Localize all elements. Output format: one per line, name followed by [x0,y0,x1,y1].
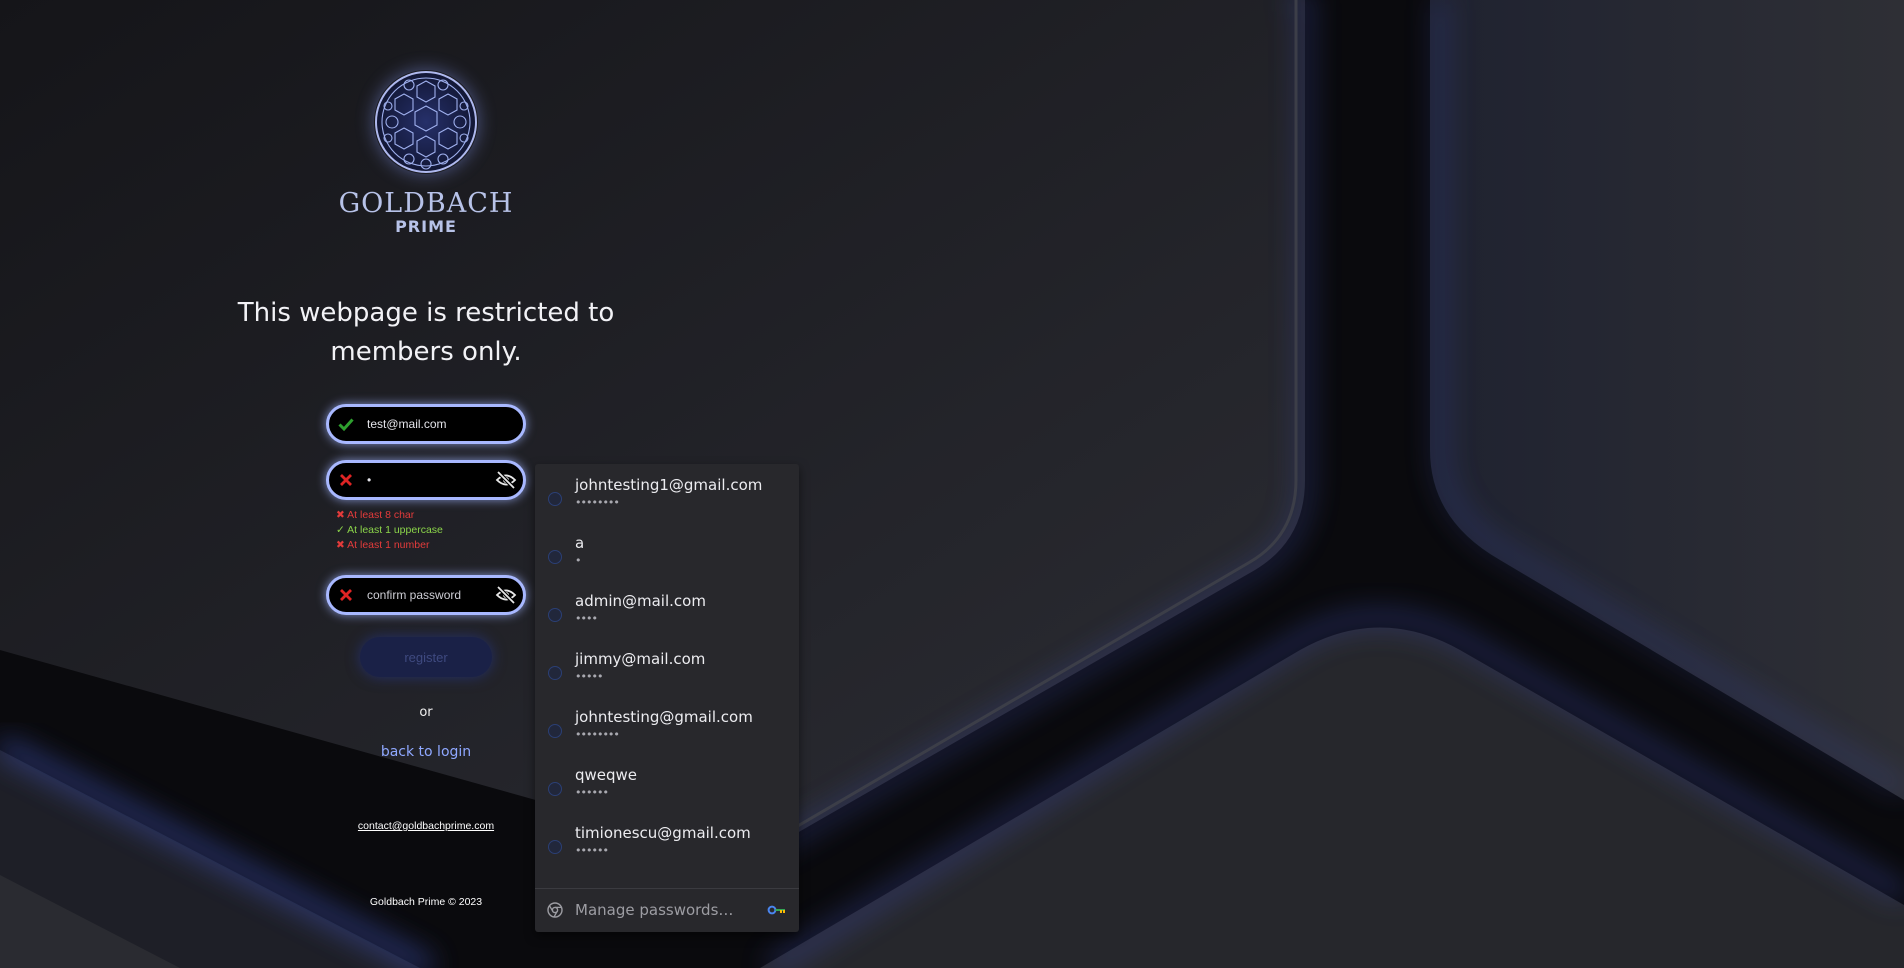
rule-min-length: ✖ At least 8 char [336,509,415,521]
goldbach-logo-icon [375,71,477,173]
key-icon [767,905,785,915]
password-rules: ✖ At least 8 char ✓ At least 1 uppercase… [326,508,526,553]
email-field[interactable] [326,404,526,444]
page-headline: This webpage is restricted to members on… [237,298,615,367]
credential-icon [548,550,562,564]
password-autofill-dropdown: johntesting1@gmail.com •••••••• a • admi… [535,464,799,932]
credential-icon [548,782,562,796]
manage-passwords-item[interactable]: Manage passwords… [535,889,799,932]
autofill-item[interactable]: timionescu@gmail.com •••••• [535,812,799,870]
credential-icon [548,666,562,680]
contact-email-link[interactable]: contact@goldbachprime.com [358,820,494,832]
chrome-icon [547,902,563,918]
credential-icon [548,840,562,854]
autofill-item[interactable]: admin@mail.com •••• [535,580,799,638]
credential-icon [548,492,562,506]
register-button[interactable]: register [360,637,492,677]
brand-subtitle: PRIME [395,217,457,236]
password-input[interactable] [367,469,487,491]
password-field[interactable] [326,460,526,500]
or-divider-text: or [419,705,433,720]
eye-slash-icon[interactable] [495,470,517,490]
manage-passwords-label: Manage passwords… [575,901,734,919]
credential-icon [548,724,562,738]
confirm-password-input[interactable] [367,584,487,606]
eye-slash-icon[interactable] [495,585,517,605]
brand-name: GOLDBACH [338,188,514,219]
x-icon [340,589,352,601]
check-icon [338,418,354,432]
autofill-item[interactable]: johntesting@gmail.com •••••••• [535,696,799,754]
footer-copyright: Goldbach Prime © 2023 [369,896,483,908]
credential-icon [548,608,562,622]
back-to-login-link[interactable]: back to login [381,744,471,760]
rule-number: ✖ At least 1 number [336,539,430,551]
rule-uppercase: ✓ At least 1 uppercase [336,524,443,536]
page: GOLDBACH PRIME This webpage is restricte… [0,0,1904,968]
email-input[interactable] [367,413,487,435]
autofill-item[interactable]: qweqwe •••••• [535,754,799,812]
x-icon [340,474,352,486]
autofill-item[interactable]: a • [535,522,799,580]
confirm-password-field[interactable] [326,575,526,615]
autofill-item[interactable]: johntesting1@gmail.com •••••••• [535,464,799,522]
autofill-item[interactable]: jimmy@mail.com ••••• [535,638,799,696]
